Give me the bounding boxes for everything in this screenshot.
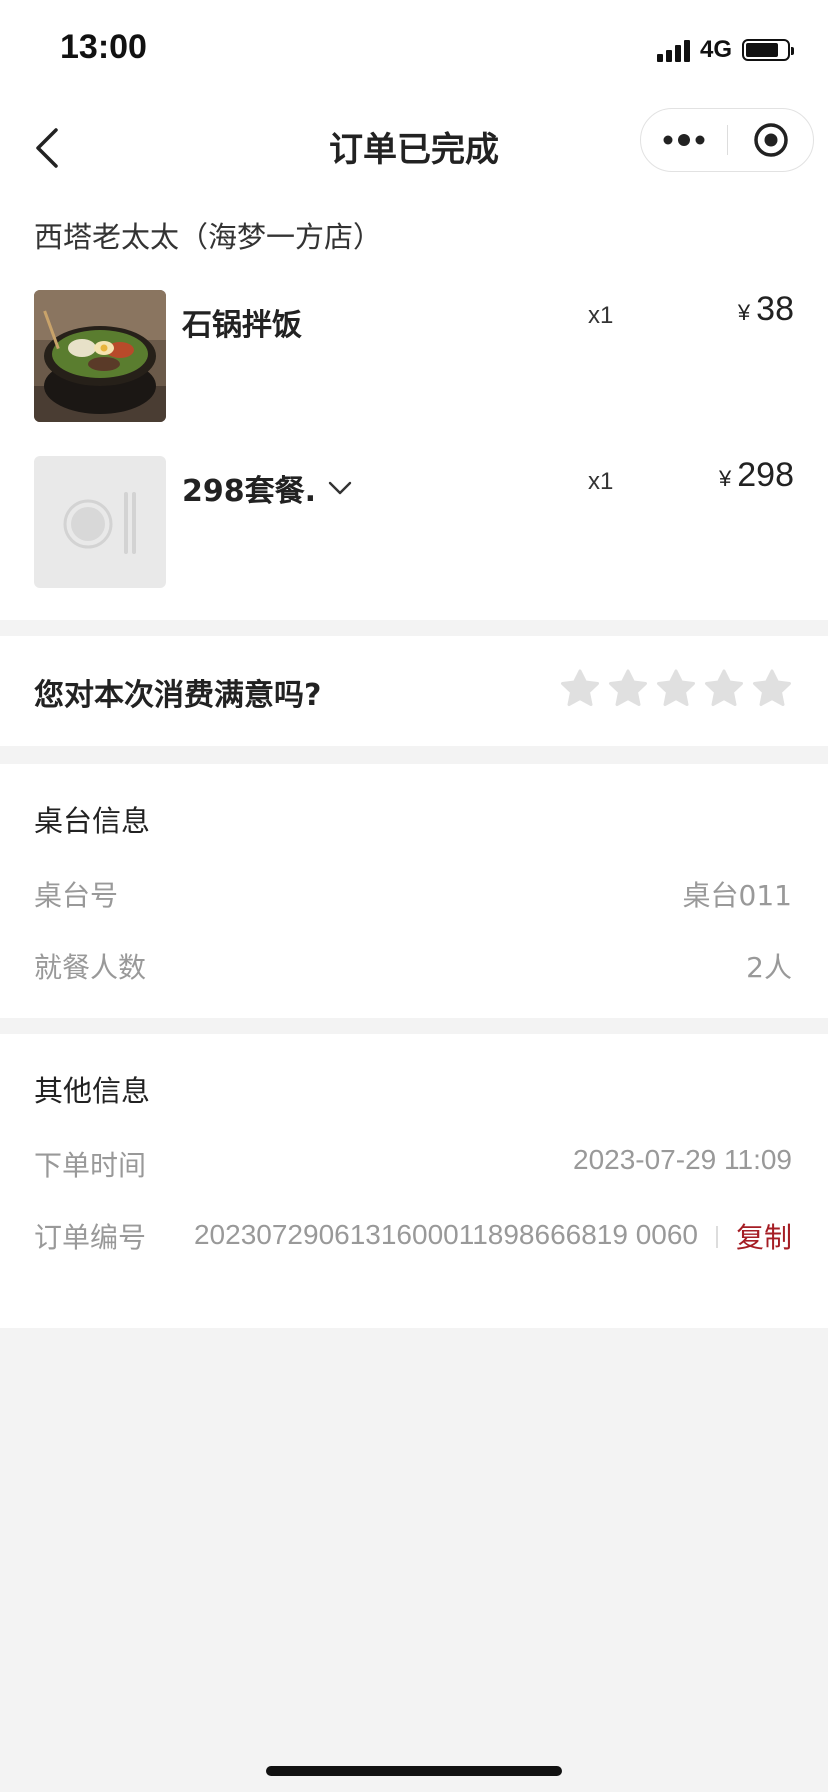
placeholder-dish-icon xyxy=(34,456,166,588)
section-title: 桌台信息 xyxy=(34,804,151,838)
copy-divider xyxy=(716,1226,718,1248)
other-info-section: 其他信息 下单时间 2023-07-29 11:09 订单编号 20230729… xyxy=(0,1034,828,1328)
section-title: 其他信息 xyxy=(34,1074,151,1108)
price-value: 38 xyxy=(756,290,794,328)
star-icon[interactable] xyxy=(560,668,600,708)
order-number-value: 2023072906131600011898666819 0060 xyxy=(193,1219,698,1250)
close-button[interactable] xyxy=(728,109,814,171)
table-number-label: 桌台号 xyxy=(34,879,119,912)
dish-image xyxy=(34,290,166,422)
store-name[interactable]: 西塔老太太（海梦一方店） xyxy=(34,214,382,256)
currency-symbol: ¥ xyxy=(737,300,751,325)
item-quantity: x1 xyxy=(588,468,614,495)
item-name-text: 298套餐. xyxy=(182,474,317,509)
item-name[interactable]: 298套餐. xyxy=(182,466,352,510)
rating-section: 您对本次消费满意吗? xyxy=(0,636,828,746)
status-indicators: 4G xyxy=(656,36,794,64)
home-indicator xyxy=(266,1766,562,1776)
order-item: 298套餐. x1 ¥298 xyxy=(34,456,794,588)
nav-bar: 订单已完成 xyxy=(0,100,828,200)
table-info-section: 桌台信息 桌台号 桌台011 就餐人数 2人 xyxy=(0,764,828,1018)
item-quantity: x1 xyxy=(588,302,614,329)
order-number-label: 订单编号 xyxy=(34,1221,147,1254)
more-dots-icon xyxy=(663,134,705,146)
status-time: 13:00 xyxy=(60,28,147,66)
rating-question: 您对本次消费满意吗? xyxy=(34,678,322,713)
target-icon xyxy=(754,123,788,157)
order-item: 石锅拌饭 x1 ¥38 xyxy=(34,290,794,422)
table-number-value: 桌台011 xyxy=(682,879,792,912)
currency-symbol: ¥ xyxy=(719,466,732,491)
star-icon[interactable] xyxy=(656,668,696,708)
order-items-section: 西塔老太太（海梦一方店） 石锅拌饭 x1 ¥38 298套餐. x1 ¥ 298 xyxy=(0,200,828,620)
star-rating[interactable] xyxy=(560,668,792,708)
signal-icon xyxy=(656,38,690,62)
item-price: ¥38 xyxy=(738,290,794,329)
chevron-down-icon[interactable] xyxy=(328,481,352,495)
star-icon[interactable] xyxy=(608,668,648,708)
copy-button[interactable]: 复制 xyxy=(736,1216,792,1256)
order-time-label: 下单时间 xyxy=(34,1149,147,1182)
more-button[interactable] xyxy=(641,109,727,171)
item-name: 石锅拌饭 xyxy=(182,308,302,343)
item-price: ¥298 xyxy=(719,456,794,495)
order-time-value: 2023-07-29 11:09 xyxy=(573,1144,792,1175)
diners-value: 2人 xyxy=(746,951,792,984)
battery-icon xyxy=(742,39,794,61)
diners-label: 就餐人数 xyxy=(34,951,147,984)
star-icon[interactable] xyxy=(704,668,744,708)
price-value: 298 xyxy=(737,456,794,494)
status-bar: 13:00 4G xyxy=(0,0,828,100)
star-icon[interactable] xyxy=(752,668,792,708)
network-type: 4G xyxy=(699,36,732,63)
mini-program-capsule xyxy=(640,108,814,172)
